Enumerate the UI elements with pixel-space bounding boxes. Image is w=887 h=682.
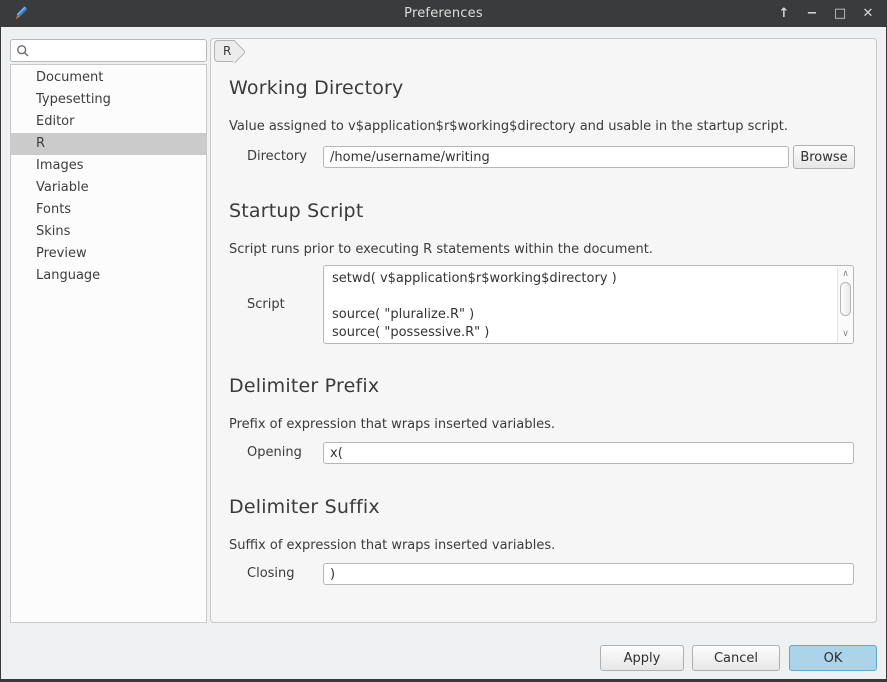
sidebar-item-fonts[interactable]: Fonts [11, 199, 206, 221]
scroll-up-icon[interactable]: ∧ [838, 268, 853, 281]
preferences-window: Preferences ↑ − □ ✕ Document Typesetting… [0, 0, 887, 682]
window-controls: ↑ − □ ✕ [773, 0, 879, 27]
script-input[interactable]: setwd( v$application$r$working$directory… [324, 266, 837, 343]
rollup-icon[interactable]: ↑ [773, 3, 795, 25]
cancel-button[interactable]: Cancel [692, 645, 780, 671]
settings-panel-r: R Working Directory Value assigned to v$… [210, 38, 877, 623]
browse-button[interactable]: Browse [793, 145, 855, 169]
ok-button[interactable]: OK [789, 645, 877, 671]
section-desc-working-directory: Value assigned to v$application$r$workin… [229, 119, 788, 134]
breadcrumb[interactable]: R [214, 40, 235, 62]
app-pen-icon [13, 5, 30, 22]
closing-label: Closing [247, 566, 295, 581]
sidebar-item-preview[interactable]: Preview [11, 243, 206, 265]
scrollbar-thumb[interactable] [840, 282, 851, 316]
window-title: Preferences [0, 6, 887, 21]
close-icon[interactable]: ✕ [857, 3, 879, 25]
minimize-icon[interactable]: − [801, 3, 823, 25]
sidebar-nav: Document Typesetting Editor R Images Var… [10, 64, 207, 623]
section-heading-working-directory: Working Directory [229, 77, 404, 99]
directory-input[interactable] [323, 146, 789, 168]
titlebar: Preferences ↑ − □ ✕ [0, 0, 887, 27]
sidebar-item-document[interactable]: Document [11, 67, 206, 89]
section-desc-delimiter-prefix: Prefix of expression that wraps inserted… [229, 417, 555, 432]
sidebar-item-language[interactable]: Language [11, 265, 206, 287]
opening-delimiter-input[interactable] [323, 442, 854, 464]
sidebar-item-variable[interactable]: Variable [11, 177, 206, 199]
opening-label: Opening [247, 445, 302, 460]
directory-label: Directory [247, 149, 307, 164]
script-scrollbar[interactable]: ∧ ∨ [837, 267, 852, 342]
closing-delimiter-input[interactable] [323, 563, 854, 585]
search-icon [16, 44, 30, 58]
apply-button[interactable]: Apply [600, 645, 684, 671]
sidebar-item-r[interactable]: R [11, 133, 206, 155]
maximize-icon[interactable]: □ [829, 3, 851, 25]
section-desc-delimiter-suffix: Suffix of expression that wraps inserted… [229, 538, 555, 553]
breadcrumb-label: R [223, 44, 231, 58]
sidebar-item-skins[interactable]: Skins [11, 221, 206, 243]
sidebar-item-images[interactable]: Images [11, 155, 206, 177]
sidebar-item-typesetting[interactable]: Typesetting [11, 89, 206, 111]
dialog-body: Document Typesetting Editor R Images Var… [1, 27, 886, 679]
section-heading-delimiter-prefix: Delimiter Prefix [229, 375, 379, 397]
sidebar-item-editor[interactable]: Editor [11, 111, 206, 133]
section-heading-delimiter-suffix: Delimiter Suffix [229, 496, 380, 518]
section-heading-startup-script: Startup Script [229, 200, 363, 222]
search-input[interactable] [35, 40, 204, 61]
sidebar-search [10, 39, 207, 62]
script-label: Script [247, 297, 285, 312]
script-editor[interactable]: setwd( v$application$r$working$directory… [323, 265, 854, 344]
section-desc-startup-script: Script runs prior to executing R stateme… [229, 242, 653, 257]
scroll-down-icon[interactable]: ∨ [838, 328, 853, 341]
